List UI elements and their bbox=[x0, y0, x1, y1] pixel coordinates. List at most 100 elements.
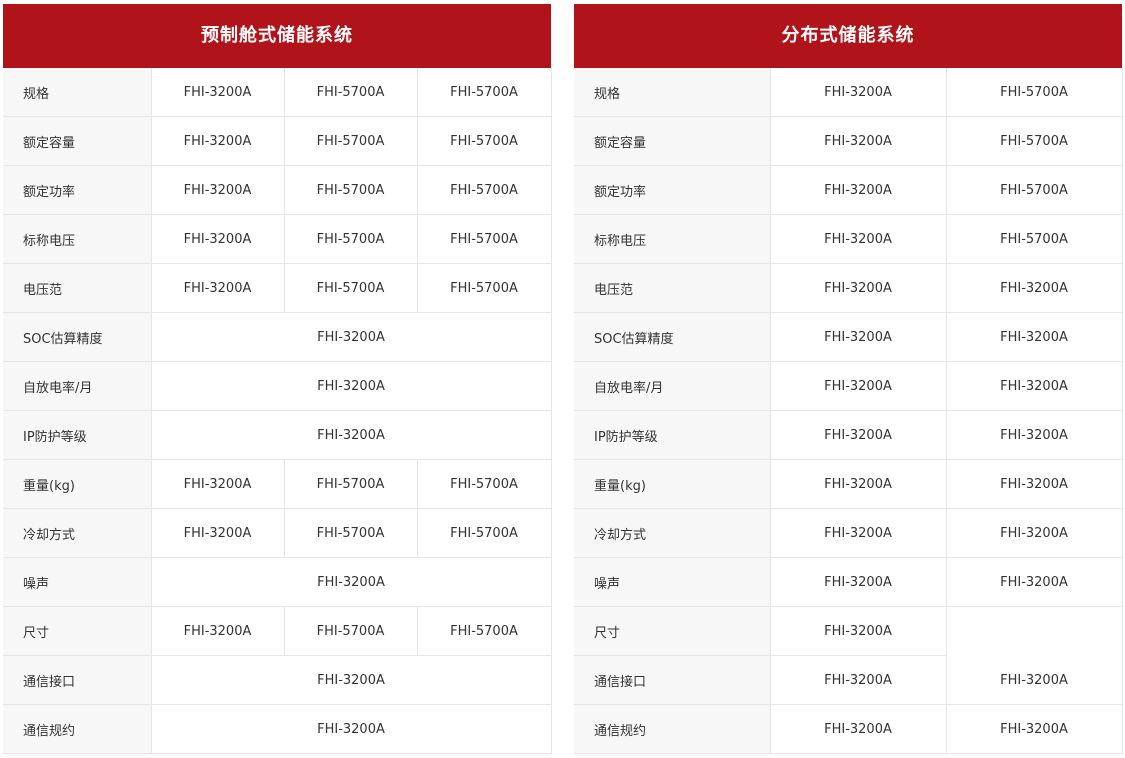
spec-value: FHI-5700A bbox=[417, 459, 552, 509]
spec-value: FHI-3200A bbox=[946, 459, 1123, 509]
spec-label: IP防护等级 bbox=[3, 410, 152, 460]
spec-value: FHI-3200A bbox=[770, 68, 947, 117]
spec-label: 通信规约 bbox=[3, 704, 152, 754]
spec-value: FHI-5700A bbox=[417, 214, 552, 264]
spec-value: FHI-3200A bbox=[770, 165, 947, 215]
table-row: SOC估算精度 FHI-3200A bbox=[3, 312, 552, 362]
empty-cell bbox=[946, 606, 1123, 656]
spec-value: FHI-3200A bbox=[770, 116, 947, 166]
spec-value: FHI-5700A bbox=[284, 214, 418, 264]
table-row: 噪声 FHI-3200A FHI-3200A bbox=[574, 557, 1123, 607]
table-row: 噪声 FHI-3200A bbox=[3, 557, 552, 607]
table-row: IP防护等级 FHI-3200A FHI-3200A bbox=[574, 410, 1123, 460]
spec-value: FHI-5700A bbox=[946, 68, 1123, 117]
spec-label: 噪声 bbox=[574, 557, 771, 607]
spec-label: 额定功率 bbox=[3, 165, 152, 215]
table-row: 电压范 FHI-3200A FHI-3200A bbox=[574, 263, 1123, 313]
spec-value: FHI-3200A bbox=[946, 655, 1123, 705]
table-row: SOC估算精度 FHI-3200A FHI-3200A bbox=[574, 312, 1123, 362]
spec-label: 尺寸 bbox=[3, 606, 152, 656]
table-row: 额定容量 FHI-3200A FHI-5700A bbox=[574, 116, 1123, 166]
spec-value: FHI-3200A bbox=[151, 459, 285, 509]
table-row: 重量(kg) FHI-3200A FHI-3200A bbox=[574, 459, 1123, 509]
spec-value: FHI-3200A bbox=[946, 508, 1123, 558]
spec-label: 额定功率 bbox=[574, 165, 771, 215]
spec-label: 规格 bbox=[3, 68, 152, 117]
spec-value: FHI-3200A bbox=[946, 361, 1123, 411]
spec-label: 额定容量 bbox=[3, 116, 152, 166]
spec-label: SOC估算精度 bbox=[574, 312, 771, 362]
spec-value: FHI-5700A bbox=[284, 68, 418, 117]
spec-value: FHI-3200A bbox=[151, 361, 552, 411]
spec-value: FHI-5700A bbox=[417, 606, 552, 656]
spec-value: FHI-3200A bbox=[770, 263, 947, 313]
table-row: 通信接口 FHI-3200A FHI-3200A bbox=[574, 655, 1123, 705]
spec-label: 通信接口 bbox=[574, 655, 771, 705]
table-row: 通信接口 FHI-3200A bbox=[3, 655, 552, 705]
spec-table: 规格 FHI-3200A FHI-5700A FHI-5700A 额定容量 FHI-320… bbox=[3, 68, 552, 754]
spec-label: 标称电压 bbox=[3, 214, 152, 264]
spec-label: 电压范 bbox=[3, 263, 152, 313]
spec-value: FHI-3200A bbox=[151, 655, 552, 705]
spec-value: FHI-5700A bbox=[417, 68, 552, 117]
spec-value: FHI-3200A bbox=[770, 655, 947, 705]
table-row: 通信规约 FHI-3200A FHI-3200A bbox=[574, 704, 1123, 754]
table-row: 冷却方式 FHI-3200A FHI-5700A FHI-5700A bbox=[3, 508, 552, 558]
table-row: 标称电压 FHI-3200A FHI-5700A FHI-5700A bbox=[3, 214, 552, 264]
spec-value: FHI-3200A bbox=[946, 410, 1123, 460]
spec-value: FHI-3200A bbox=[770, 557, 947, 607]
spec-value: FHI-3200A bbox=[151, 263, 285, 313]
prefab-cabin-storage-panel: 预制舱式储能系统 规格 FHI-3200A FHI-5700A FHI-5700A 额定… bbox=[3, 4, 552, 754]
spec-value: FHI-3200A bbox=[151, 606, 285, 656]
spec-value: FHI-3200A bbox=[770, 361, 947, 411]
spec-value: FHI-5700A bbox=[946, 214, 1123, 264]
spec-value: FHI-3200A bbox=[946, 312, 1123, 362]
spec-value: FHI-3200A bbox=[770, 410, 947, 460]
spec-label: 冷却方式 bbox=[574, 508, 771, 558]
table-row: 规格 FHI-3200A FHI-5700A FHI-5700A bbox=[3, 68, 552, 117]
spec-value: FHI-3200A bbox=[151, 116, 285, 166]
spec-label: 额定容量 bbox=[574, 116, 771, 166]
spec-value: FHI-3200A bbox=[770, 312, 947, 362]
spec-value: FHI-5700A bbox=[284, 165, 418, 215]
spec-value: FHI-5700A bbox=[946, 116, 1123, 166]
spec-value: FHI-3200A bbox=[151, 410, 552, 460]
spec-value: FHI-5700A bbox=[417, 263, 552, 313]
spec-value: FHI-5700A bbox=[946, 165, 1123, 215]
spec-value: FHI-3200A bbox=[151, 165, 285, 215]
table-row: 尺寸 FHI-3200A bbox=[574, 606, 1123, 656]
table-row: 电压范 FHI-3200A FHI-5700A FHI-5700A bbox=[3, 263, 552, 313]
spec-value: FHI-3200A bbox=[770, 606, 947, 656]
table-row: 重量(kg) FHI-3200A FHI-5700A FHI-5700A bbox=[3, 459, 552, 509]
table-row: 额定功率 FHI-3200A FHI-5700A bbox=[574, 165, 1123, 215]
spec-value: FHI-3200A bbox=[151, 214, 285, 264]
spec-value: FHI-5700A bbox=[284, 459, 418, 509]
table-row: 自放电率/月 FHI-3200A FHI-3200A bbox=[574, 361, 1123, 411]
spec-label: 自放电率/月 bbox=[574, 361, 771, 411]
spec-value: FHI-3200A bbox=[770, 508, 947, 558]
spec-value: FHI-3200A bbox=[946, 263, 1123, 313]
spec-value: FHI-3200A bbox=[151, 704, 552, 754]
spec-label: SOC估算精度 bbox=[3, 312, 152, 362]
table-row: IP防护等级 FHI-3200A bbox=[3, 410, 552, 460]
table-row: 额定功率 FHI-3200A FHI-5700A FHI-5700A bbox=[3, 165, 552, 215]
spec-value: FHI-5700A bbox=[417, 116, 552, 166]
spec-value: FHI-5700A bbox=[284, 606, 418, 656]
spec-value: FHI-3200A bbox=[770, 459, 947, 509]
spec-label: 通信规约 bbox=[574, 704, 771, 754]
spec-label: 冷却方式 bbox=[3, 508, 152, 558]
table-row: 标称电压 FHI-3200A FHI-5700A bbox=[574, 214, 1123, 264]
table-row: 额定容量 FHI-3200A FHI-5700A FHI-5700A bbox=[3, 116, 552, 166]
spec-label: 规格 bbox=[574, 68, 771, 117]
spec-label: 重量(kg) bbox=[3, 459, 152, 509]
spec-value: FHI-5700A bbox=[417, 508, 552, 558]
panel-title: 预制舱式储能系统 bbox=[3, 4, 551, 68]
table-row: 自放电率/月 FHI-3200A bbox=[3, 361, 552, 411]
spec-label: 尺寸 bbox=[574, 606, 771, 656]
spec-value: FHI-5700A bbox=[417, 165, 552, 215]
spec-label: 重量(kg) bbox=[574, 459, 771, 509]
table-row: 通信规约 FHI-3200A bbox=[3, 704, 552, 754]
panel-title: 分布式储能系统 bbox=[574, 4, 1122, 68]
spec-value: FHI-3200A bbox=[151, 557, 552, 607]
spec-value: FHI-5700A bbox=[284, 263, 418, 313]
